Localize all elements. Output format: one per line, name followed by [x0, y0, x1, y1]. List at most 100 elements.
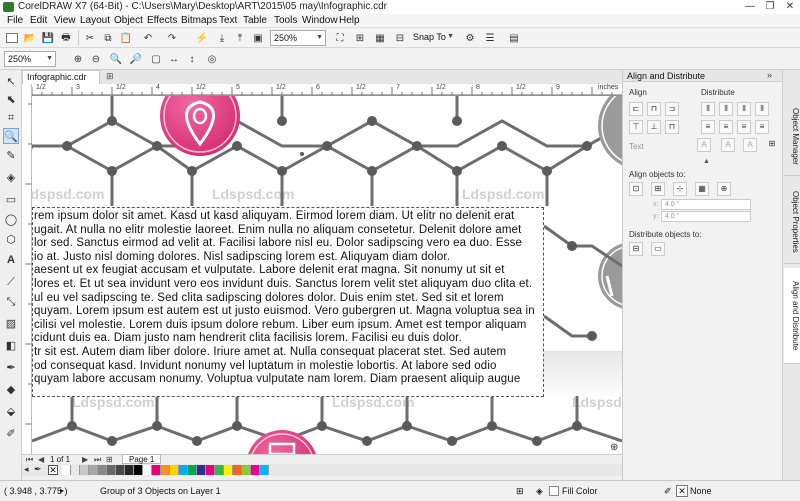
- color-swatch[interactable]: [98, 465, 107, 475]
- color-swatch[interactable]: [89, 465, 98, 475]
- menu-object[interactable]: Object: [111, 14, 146, 28]
- align-left-icon[interactable]: ⊏: [629, 102, 643, 116]
- outline-none-icon[interactable]: ✕: [676, 485, 688, 497]
- previous-page-icon[interactable]: ◀: [38, 455, 44, 464]
- distribute-page-extent-icon[interactable]: ▭: [651, 242, 665, 256]
- distribute-vspacing-icon[interactable]: ≡: [737, 120, 751, 134]
- paste-icon[interactable]: 📋: [118, 30, 134, 46]
- color-swatch[interactable]: [80, 465, 89, 475]
- show-grid-icon[interactable]: ▦: [372, 30, 388, 46]
- pick-tool-icon[interactable]: ↖: [3, 74, 19, 90]
- eyedropper-icon[interactable]: ✒: [3, 360, 19, 376]
- color-swatch[interactable]: [197, 465, 206, 475]
- parallel-dimension-icon[interactable]: ⟋: [3, 274, 19, 290]
- zoom-out-icon[interactable]: ⊖: [88, 51, 104, 67]
- color-swatch[interactable]: [188, 465, 197, 475]
- distribute-selection-extent-icon[interactable]: ⊟: [629, 242, 643, 256]
- page-tab[interactable]: Page 1: [122, 454, 162, 464]
- text-last-baseline-icon[interactable]: A: [721, 138, 735, 152]
- copy-icon[interactable]: ⧉: [100, 30, 116, 46]
- import-icon[interactable]: ⤓: [214, 30, 230, 46]
- specified-point-icon[interactable]: ⊕: [717, 182, 731, 196]
- align-bottom-icon[interactable]: ⊓: [665, 120, 679, 134]
- new-document-icon[interactable]: [4, 30, 20, 46]
- menu-view[interactable]: View: [51, 14, 79, 28]
- fill-swatch[interactable]: [549, 486, 559, 496]
- color-swatch[interactable]: [170, 465, 179, 475]
- color-swatch[interactable]: [224, 465, 233, 475]
- text-outline-icon[interactable]: ⊞: [765, 138, 779, 152]
- rectangle-tool-icon[interactable]: ▭: [3, 192, 19, 208]
- save-icon[interactable]: 💾: [40, 30, 56, 46]
- color-swatch[interactable]: [125, 465, 134, 475]
- color-swatch[interactable]: [260, 465, 269, 475]
- distribute-left-icon[interactable]: ⫴: [701, 102, 715, 116]
- align-top-icon[interactable]: ⊤: [629, 120, 643, 134]
- search-content-icon[interactable]: ⚡: [194, 30, 210, 46]
- menu-window[interactable]: Window: [299, 14, 341, 28]
- export-icon[interactable]: ⤒: [232, 30, 248, 46]
- menu-text[interactable]: Text: [216, 14, 240, 28]
- new-tab-icon[interactable]: ⊞: [106, 71, 114, 82]
- tab-object-properties[interactable]: Object Properties: [784, 180, 800, 264]
- hand-tool-icon[interactable]: ◎: [204, 51, 220, 67]
- interactive-fill-icon[interactable]: ◆: [3, 382, 19, 398]
- zoom-tool-icon[interactable]: 🔍: [3, 128, 19, 144]
- distribute-right-icon[interactable]: ⫴: [755, 102, 769, 116]
- next-page-icon[interactable]: ▶: [82, 455, 88, 464]
- page-edge-icon[interactable]: ⊞: [651, 182, 665, 196]
- menu-table[interactable]: Table: [240, 14, 270, 28]
- menu-bitmaps[interactable]: Bitmaps: [178, 14, 220, 28]
- zoom-level-combo[interactable]: 250% ▼: [270, 30, 326, 46]
- zoom-in-icon[interactable]: ⊕: [70, 51, 86, 67]
- y-position-field[interactable]: 4.0 ": [661, 211, 751, 222]
- snap-to-dropdown[interactable]: Snap To ▼: [410, 30, 456, 46]
- menu-help[interactable]: Help: [336, 14, 363, 28]
- active-objects-icon[interactable]: ⊡: [629, 182, 643, 196]
- distribute-center-icon[interactable]: ⫴: [719, 102, 733, 116]
- shape-tool-icon[interactable]: ⬉: [3, 92, 19, 108]
- options-icon[interactable]: ☰: [482, 30, 498, 46]
- ellipse-tool-icon[interactable]: ◯: [3, 212, 19, 228]
- drop-shadow-icon[interactable]: ▨: [3, 316, 19, 332]
- crop-tool-icon[interactable]: ⌗: [3, 110, 19, 126]
- show-rulers-icon[interactable]: ⊞: [352, 30, 368, 46]
- align-center-vertical-icon[interactable]: ⊥: [647, 120, 661, 134]
- color-swatch[interactable]: [215, 465, 224, 475]
- smart-fill-icon[interactable]: ◈: [3, 170, 19, 186]
- zoom-width-icon[interactable]: ↔: [166, 51, 182, 67]
- zoom-levels-combo[interactable]: 250% ▼: [4, 51, 56, 67]
- color-swatch[interactable]: [143, 465, 152, 475]
- color-swatch[interactable]: [116, 465, 125, 475]
- menu-edit[interactable]: Edit: [27, 14, 50, 28]
- color-swatch[interactable]: [179, 465, 188, 475]
- polygon-tool-icon[interactable]: ⬡: [3, 232, 19, 248]
- zoom-height-icon[interactable]: ↕: [184, 51, 200, 67]
- menu-tools[interactable]: Tools: [271, 14, 300, 28]
- connector-tool-icon[interactable]: ⤡: [3, 294, 19, 310]
- transparency-tool-icon[interactable]: ◧: [3, 338, 19, 354]
- color-swatch[interactable]: [152, 465, 161, 475]
- text-tool-icon[interactable]: A: [3, 252, 19, 268]
- print-icon[interactable]: 🖶: [58, 30, 74, 46]
- full-screen-icon[interactable]: ⛶: [332, 30, 348, 46]
- x-position-field[interactable]: 4.0 ": [661, 199, 751, 210]
- page-center-icon[interactable]: ⊹: [673, 182, 687, 196]
- menu-layout[interactable]: Layout: [77, 14, 113, 28]
- restore-button[interactable]: ❐: [760, 0, 780, 14]
- zoom-selected-icon[interactable]: 🔍: [108, 51, 124, 67]
- docker-close-icon[interactable]: »: [767, 70, 772, 80]
- outline-pen-icon[interactable]: ✐: [3, 426, 19, 442]
- zoom-page-icon[interactable]: ▢: [148, 51, 164, 67]
- drawing-canvas[interactable]: Ldspsd.com Ldspsd.com Ldspsd.com Ldspsd.…: [32, 96, 622, 454]
- color-swatch[interactable]: [161, 465, 170, 475]
- add-page-icon[interactable]: ⊞: [106, 455, 113, 464]
- close-button[interactable]: ✕: [780, 0, 800, 14]
- paragraph-text-frame[interactable]: rem ipsum dolor sit amet. Kasd ut kasd a…: [32, 207, 544, 397]
- distribute-top-icon[interactable]: ≡: [701, 120, 715, 134]
- open-icon[interactable]: 📂: [22, 30, 38, 46]
- color-swatch[interactable]: [206, 465, 215, 475]
- publish-pdf-icon[interactable]: ▣: [250, 30, 266, 46]
- color-proofing-icon[interactable]: ⊞: [516, 481, 524, 501]
- zoom-all-objects-icon[interactable]: 🔎: [128, 51, 144, 67]
